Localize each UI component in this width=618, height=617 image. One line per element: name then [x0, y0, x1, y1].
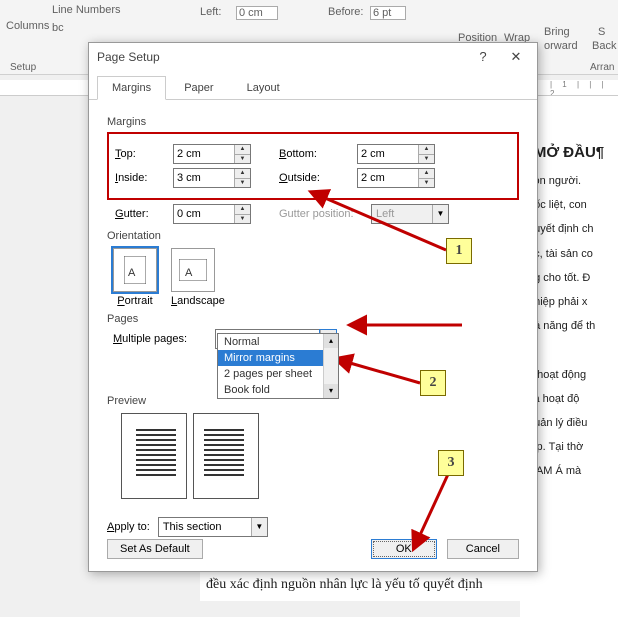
spin-up-icon[interactable]: ▲	[419, 145, 434, 154]
ribbon-indent-left-lbl: Left:	[200, 6, 221, 18]
spin-up-icon[interactable]: ▲	[235, 205, 250, 214]
lbl-bottom: Bottom:	[279, 148, 357, 160]
doc-lastline: đều xác định nguồn nhân lực là yếu tố qu…	[200, 570, 618, 601]
combo-gutter-pos	[372, 205, 432, 223]
svg-text:A: A	[185, 267, 193, 279]
ribbon-back: Back	[592, 40, 616, 52]
ribbon-columns[interactable]: Columns	[6, 20, 49, 32]
preview-page-right	[193, 413, 259, 499]
ribbon-forward: orward	[544, 40, 578, 52]
spin-down-icon[interactable]: ▼	[235, 178, 250, 188]
ribbon-line-numbers[interactable]: Line Numbers	[52, 4, 120, 16]
ribbon-spacing-before-val[interactable]: 6 pt	[370, 6, 406, 20]
doc-line	[528, 338, 610, 362]
combo-apply-to-value[interactable]	[159, 518, 251, 536]
portrait-icon: A	[124, 256, 146, 284]
preview	[121, 413, 519, 499]
lbl-multiple-pages: Multiple pages:	[113, 333, 215, 345]
orientation-portrait[interactable]: A Portrait	[113, 248, 157, 307]
dropdown-option[interactable]: Book fold	[218, 382, 323, 398]
spin-down-icon[interactable]: ▼	[419, 154, 434, 164]
doc-line: ác, tài sản co	[528, 242, 610, 266]
help-button[interactable]: ?	[468, 43, 498, 71]
doc-line: con người.	[528, 169, 610, 193]
section-margins: Margins	[107, 116, 519, 128]
spin-gutter[interactable]: ▲▼	[173, 204, 251, 224]
spin-down-icon[interactable]: ▼	[235, 214, 250, 224]
ribbon-spacing-before-lbl: Before:	[328, 6, 363, 18]
ribbon-group-arrange: Arran	[590, 62, 614, 73]
spin-bottom[interactable]: ▲▼	[357, 144, 435, 164]
dropdown-option[interactable]: 2 pages per sheet	[218, 366, 323, 382]
preview-page-left	[121, 413, 187, 499]
landscape-icon: A	[179, 259, 207, 281]
scroll-down-icon[interactable]: ▾	[324, 384, 338, 398]
scroll-up-icon[interactable]: ▴	[324, 334, 338, 348]
spin-top[interactable]: ▲▼	[173, 144, 251, 164]
lbl-apply-to: Apply to:	[107, 521, 150, 533]
doc-line: quản lý điều	[528, 411, 610, 435]
spin-up-icon[interactable]: ▲	[419, 169, 434, 178]
lbl-inside: Inside:	[115, 172, 173, 184]
tab-paper[interactable]: Paper	[169, 76, 228, 100]
spin-inside[interactable]: ▲▼	[173, 168, 251, 188]
input-bottom[interactable]	[358, 145, 418, 163]
input-gutter[interactable]	[174, 205, 234, 223]
svg-text:A: A	[128, 267, 136, 279]
spin-up-icon[interactable]: ▲	[235, 145, 250, 154]
lbl-gutter-pos: Gutter position:	[279, 208, 371, 220]
multiple-pages-dropdown: NormalMirror margins2 pages per sheetBoo…	[217, 333, 339, 399]
tab-strip: Margins Paper Layout	[89, 75, 537, 100]
dropdown-option[interactable]: Mirror margins	[218, 350, 323, 366]
spin-down-icon[interactable]: ▼	[419, 178, 434, 188]
doc-line: n hoạt động	[528, 363, 610, 387]
orientation-landscape[interactable]: A Landscape	[171, 248, 225, 307]
doc-line: hốc liệt, con	[528, 193, 610, 217]
dropdown-scrollbar[interactable]: ▴ ▾	[323, 334, 338, 398]
lbl-top: Top:	[115, 148, 173, 160]
input-inside[interactable]	[174, 169, 234, 187]
doc-line: iệp. Tại thờ	[528, 435, 610, 459]
ribbon-indent-left-val[interactable]: 0 cm	[236, 6, 278, 20]
titlebar: Page Setup ? ✕	[89, 43, 537, 71]
tab-margins[interactable]: Margins	[97, 76, 166, 100]
set-default-button[interactable]: Set As Default	[107, 539, 203, 559]
spin-outside[interactable]: ▲▼	[357, 168, 435, 188]
doc-title: MỞ ĐẦU¶	[528, 136, 610, 169]
ribbon-bring[interactable]: Bring	[544, 26, 570, 38]
lbl-gutter: Gutter:	[115, 208, 173, 220]
lbl-outside: Outside:	[279, 172, 357, 184]
dropdown-option[interactable]: Normal	[218, 334, 323, 350]
ribbon-send[interactable]: S	[598, 26, 605, 38]
chevron-down-icon: ▼	[432, 205, 448, 223]
ribbon-hyphenation[interactable]: bc	[52, 22, 64, 34]
doc-line: ghiệp phải x	[528, 290, 610, 314]
input-top[interactable]	[174, 145, 234, 163]
doc-line: ng cho tốt. Đ	[528, 266, 610, 290]
doc-line: hả năng để th	[528, 314, 610, 338]
cancel-button[interactable]: Cancel	[447, 539, 519, 559]
section-pages: Pages	[107, 313, 519, 325]
doc-line: NAM Á mà	[528, 459, 610, 483]
ribbon-group-setup: Setup	[10, 62, 36, 73]
dialog-title: Page Setup	[97, 50, 160, 64]
close-button[interactable]: ✕	[501, 43, 531, 71]
combo-apply-to[interactable]: ▼	[158, 517, 268, 537]
chevron-down-icon[interactable]: ▼	[251, 518, 267, 536]
doc-line: quyết định ch	[528, 217, 610, 241]
doc-line: và hoạt độ	[528, 387, 610, 411]
spin-up-icon[interactable]: ▲	[235, 169, 250, 178]
section-orientation: Orientation	[107, 230, 519, 242]
ok-button[interactable]: OK	[371, 539, 437, 559]
page-setup-dialog: Page Setup ? ✕ Margins Paper Layout Marg…	[88, 42, 538, 572]
spin-down-icon[interactable]: ▼	[235, 154, 250, 164]
tab-layout[interactable]: Layout	[232, 76, 295, 100]
margins-highlight-box: Top: ▲▼ Bottom: ▲▼ Inside: ▲▼ Outside: ▲…	[107, 132, 519, 200]
input-outside[interactable]	[358, 169, 418, 187]
